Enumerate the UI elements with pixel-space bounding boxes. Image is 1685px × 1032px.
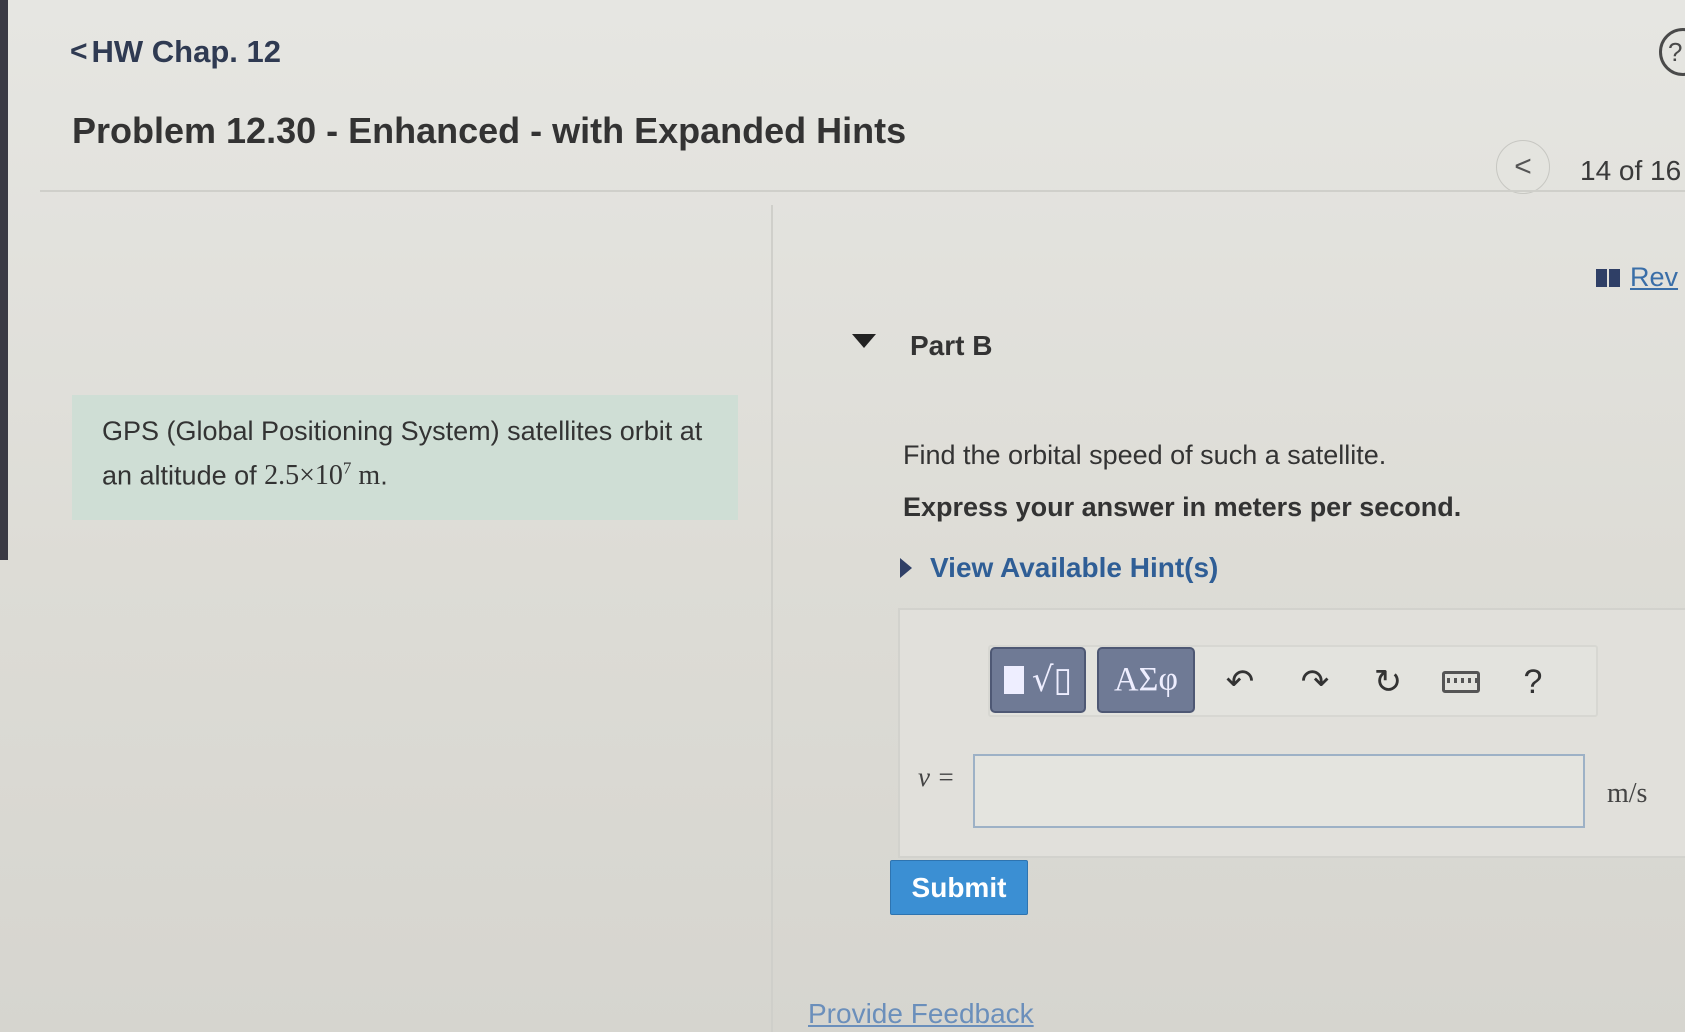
book-icon (1596, 268, 1620, 287)
keyboard-shortcuts-button[interactable] (1436, 660, 1486, 704)
provide-feedback-link[interactable]: Provide Feedback (808, 998, 1034, 1030)
templates-button[interactable]: √▯ (990, 647, 1086, 713)
problem-counter: 14 of 16 (1580, 155, 1682, 186)
page: < HW Chap. 12 Problem 12.30 - Enhanced -… (0, 0, 1685, 1032)
answer-unit-label: m/s (1607, 778, 1648, 809)
column-divider (771, 205, 773, 1032)
problem-statement-box: GPS (Global Positioning System) satellit… (72, 395, 738, 520)
template-block-icon (1003, 666, 1024, 694)
sqrt-template-icon: √▯ (1031, 660, 1073, 700)
answer-variable-label: v = (918, 762, 955, 792)
back-link-label: HW Chap. 12 (91, 34, 281, 69)
window-edge (0, 0, 8, 560)
undo-icon[interactable]: ↶ (1215, 660, 1265, 704)
part-collapse-toggle[interactable] (852, 334, 876, 348)
chevron-left-icon: < (1514, 150, 1532, 183)
back-to-assignment-link[interactable]: < HW Chap. 12 (70, 34, 281, 70)
altitude-unit: m (358, 460, 381, 492)
toolbar-help-button[interactable]: ? (1508, 660, 1558, 704)
problem-title: Problem 12.30 - Enhanced - with Expanded… (72, 110, 907, 151)
question-text: Find the orbital speed of such a satelli… (903, 440, 1387, 470)
keyboard-icon (1442, 671, 1480, 693)
caret-right-icon (900, 558, 912, 578)
part-label: Part B (910, 330, 993, 361)
review-link-label: Rev (1630, 262, 1679, 292)
review-link[interactable]: Rev (1596, 262, 1678, 293)
instruction-text: Express your answer in meters per second… (903, 492, 1462, 522)
submit-button[interactable]: Submit (890, 860, 1028, 915)
help-circle-icon[interactable]: ? (1659, 28, 1685, 76)
answer-input[interactable] (973, 754, 1585, 828)
previous-problem-button[interactable]: < (1496, 140, 1550, 194)
chevron-left-icon: < (70, 35, 88, 68)
symbols-button[interactable]: ΑΣφ (1097, 647, 1195, 713)
header-divider (40, 190, 1685, 192)
altitude-value: 2.5×107 m (264, 459, 381, 492)
view-hints-toggle[interactable]: View Available Hint(s) (900, 552, 1218, 584)
reset-icon[interactable]: ↻ (1363, 660, 1413, 704)
problem-statement-text: GPS (Global Positioning System) satellit… (102, 416, 703, 491)
view-hints-label: View Available Hint(s) (930, 552, 1219, 583)
redo-icon[interactable]: ↷ (1290, 660, 1340, 704)
